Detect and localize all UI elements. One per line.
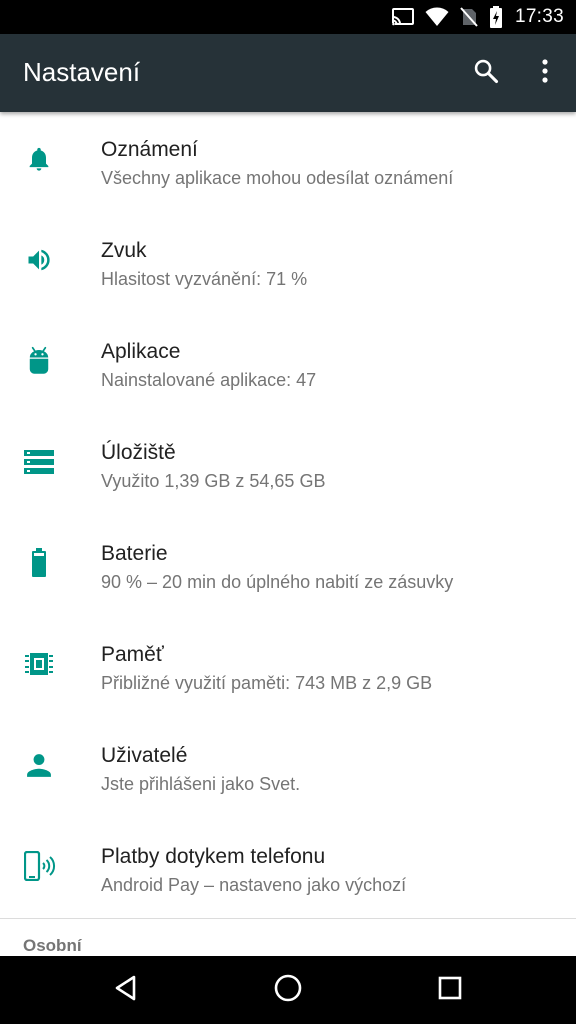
settings-list: Oznámení Všechny aplikace mohou odesílat…	[0, 112, 576, 920]
settings-item-sound[interactable]: Zvuk Hlasitost vyzvánění: 71 %	[0, 213, 576, 314]
storage-icon	[24, 447, 54, 477]
search-icon	[472, 57, 500, 90]
volume-icon	[24, 245, 54, 275]
item-title: Zvuk	[101, 239, 147, 262]
item-summary: Hlasitost vyzvánění: 71 %	[101, 269, 308, 289]
item-title: Oznámení	[101, 138, 198, 161]
recents-icon	[437, 975, 463, 1006]
recents-button[interactable]	[434, 974, 466, 1006]
home-icon	[273, 973, 303, 1008]
tap-pay-icon	[24, 851, 56, 881]
item-title: Baterie	[101, 542, 168, 565]
item-title: Aplikace	[101, 340, 181, 363]
overflow-menu-icon	[541, 58, 549, 89]
status-time: 17:33	[514, 6, 564, 27]
item-title: Uživatelé	[101, 744, 188, 767]
overflow-menu-button[interactable]	[529, 57, 561, 89]
no-sim-icon	[459, 7, 479, 27]
bell-icon	[24, 144, 54, 174]
search-button[interactable]	[470, 57, 502, 89]
item-summary: Využito 1,39 GB z 54,65 GB	[101, 471, 326, 491]
item-title: Platby dotykem telefonu	[101, 845, 326, 868]
settings-item-apps[interactable]: Aplikace Nainstalované aplikace: 47	[0, 314, 576, 415]
settings-item-tap-pay[interactable]: Platby dotykem telefonu Android Pay – na…	[0, 819, 576, 920]
android-icon	[24, 346, 54, 376]
section-header: Osobní	[23, 936, 82, 955]
app-bar: Nastavení	[0, 34, 576, 112]
home-button[interactable]	[272, 974, 304, 1006]
settings-item-users[interactable]: Uživatelé Jste přihlášeni jako Svet.	[0, 718, 576, 819]
settings-item-notifications[interactable]: Oznámení Všechny aplikace mohou odesílat…	[0, 112, 576, 213]
settings-item-memory[interactable]: Paměť Přibližné využití paměti: 743 MB z…	[0, 617, 576, 718]
wifi-icon	[425, 7, 449, 27]
status-bar: 17:33	[0, 0, 576, 34]
back-icon	[112, 974, 140, 1007]
item-title: Úložiště	[101, 441, 176, 464]
settings-item-storage[interactable]: Úložiště Využito 1,39 GB z 54,65 GB	[0, 415, 576, 516]
page-title: Nastavení	[23, 57, 141, 87]
person-icon	[24, 750, 54, 780]
cast-icon	[391, 7, 415, 27]
item-summary: 90 % – 20 min do úplného nabití ze zásuv…	[101, 572, 454, 592]
settings-item-battery[interactable]: Baterie 90 % – 20 min do úplného nabití …	[0, 516, 576, 617]
battery-icon	[24, 548, 54, 578]
memory-icon	[24, 649, 54, 679]
back-button[interactable]	[110, 974, 142, 1006]
battery-charging-icon	[489, 6, 503, 28]
status-icons: 17:33	[391, 0, 564, 34]
item-summary: Android Pay – nastaveno jako výchozí	[101, 875, 407, 895]
section-divider	[0, 918, 576, 919]
item-summary: Všechny aplikace mohou odesílat oznámení	[101, 168, 454, 188]
navigation-bar	[0, 956, 576, 1024]
item-summary: Přibližné využití paměti: 743 MB z 2,9 G…	[101, 673, 433, 693]
item-summary: Nainstalované aplikace: 47	[101, 370, 317, 390]
item-title: Paměť	[101, 643, 164, 666]
item-summary: Jste přihlášeni jako Svet.	[101, 774, 301, 794]
